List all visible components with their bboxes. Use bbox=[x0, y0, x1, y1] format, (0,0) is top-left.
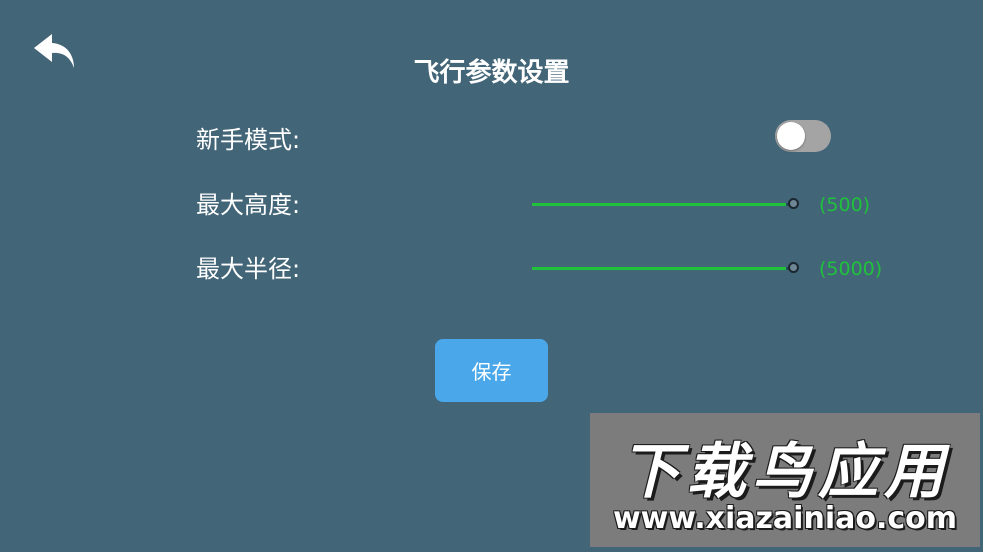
max-radius-slider[interactable] bbox=[532, 260, 802, 276]
toggle-knob bbox=[777, 122, 805, 150]
slider-fill bbox=[532, 267, 786, 270]
flight-settings-screen: 飞行参数设置 新手模式: 最大高度: (500) 最大半径: (5000) 保存… bbox=[0, 0, 983, 552]
page-title: 飞行参数设置 bbox=[413, 58, 570, 88]
save-button[interactable]: 保存 bbox=[435, 339, 548, 402]
beginner-mode-label: 新手模式: bbox=[196, 126, 301, 154]
max-altitude-label: 最大高度: bbox=[196, 191, 301, 219]
slider-thumb[interactable] bbox=[788, 262, 799, 273]
max-radius-label: 最大半径: bbox=[196, 255, 301, 283]
max-altitude-value: (500) bbox=[819, 194, 871, 216]
watermark-brand: 下载鸟应用 bbox=[620, 437, 950, 507]
watermark-url: www.xiazainiao.com bbox=[612, 501, 958, 536]
beginner-mode-toggle[interactable] bbox=[775, 120, 831, 152]
max-altitude-slider[interactable] bbox=[532, 196, 802, 212]
slider-thumb[interactable] bbox=[788, 198, 799, 209]
slider-fill bbox=[532, 203, 786, 206]
max-radius-value: (5000) bbox=[819, 258, 883, 280]
watermark: 下载鸟应用 www.xiazainiao.com bbox=[590, 413, 980, 547]
